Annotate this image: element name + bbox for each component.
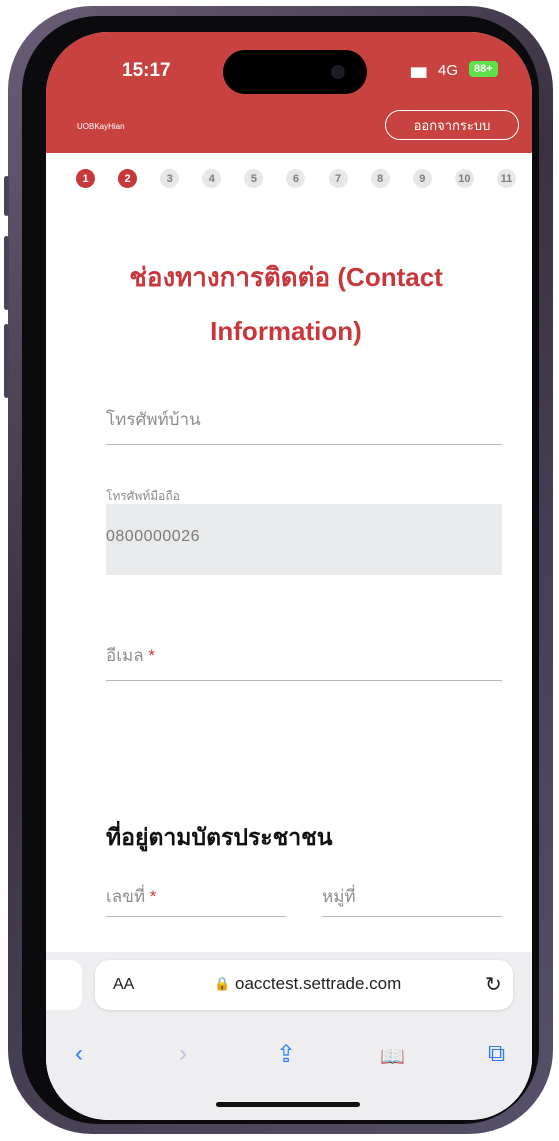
url-text[interactable]: oacctest.settrade.com xyxy=(235,974,401,994)
step-5: 5 xyxy=(244,169,264,188)
browser-toolbar: AA 🔒 oacctest.settrade.com ↻ ‹ › ⇪ 📖 ⧉ xyxy=(46,952,532,1120)
home-phone-label: โทรศัพท์บ้าน xyxy=(106,410,201,429)
signal-icon: ▮▮▮ xyxy=(410,64,428,79)
required-mark: * xyxy=(148,646,156,665)
app-header: 15:17 ▮▮▮ 4G 88+ UOBKayHian ออกจากระบบ xyxy=(46,32,532,153)
step-1: 1 xyxy=(76,169,95,188)
step-9: 9 xyxy=(412,169,432,188)
id-address-section-title: ที่อยู่ตามบัตรประชาชน xyxy=(106,824,333,850)
bookmarks-icon[interactable]: 📖 xyxy=(380,1044,405,1069)
page-title: ช่องทางการติดต่อ (Contact Information) xyxy=(86,250,486,358)
network-label: 4G xyxy=(438,62,459,79)
back-icon[interactable]: ‹ xyxy=(75,1040,83,1068)
logout-button[interactable]: ออกจากระบบ xyxy=(385,110,519,140)
lock-icon: 🔒 xyxy=(214,976,231,991)
page-title-line-1: ช่องทางการติดต่อ (Contact xyxy=(129,262,443,292)
step-11: 11 xyxy=(496,169,516,188)
brand-logo: UOBKayHian xyxy=(77,122,125,131)
mobile-field: 0800000026 xyxy=(106,504,502,575)
volume-down-button xyxy=(4,324,9,398)
dynamic-island xyxy=(223,50,367,94)
step-3: 3 xyxy=(160,169,180,188)
step-4: 4 xyxy=(202,169,222,188)
status-time: 15:17 xyxy=(122,60,171,81)
home-phone-input[interactable] xyxy=(106,444,502,445)
email-input[interactable] xyxy=(106,680,502,681)
share-icon[interactable]: ⇪ xyxy=(276,1040,296,1069)
silent-switch xyxy=(4,176,9,216)
tabs-icon[interactable]: ⧉ xyxy=(488,1040,505,1068)
mobile-value: 0800000026 xyxy=(106,528,200,545)
address-bar[interactable]: AA 🔒 oacctest.settrade.com ↻ xyxy=(95,960,513,1010)
forward-icon[interactable]: › xyxy=(179,1040,187,1068)
village-no-input[interactable] xyxy=(322,916,502,917)
step-7: 7 xyxy=(328,169,348,188)
house-no-input[interactable] xyxy=(106,916,286,917)
village-no-label: หมู่ที่ xyxy=(322,887,356,906)
text-size-button[interactable]: AA xyxy=(113,976,134,994)
step-6: 6 xyxy=(286,169,306,188)
step-2: 2 xyxy=(118,169,138,188)
page-title-line-2: Information) xyxy=(210,316,362,346)
previous-tab-preview[interactable] xyxy=(46,960,82,1010)
step-8: 8 xyxy=(370,169,390,188)
step-indicator: 1 2 3 4 5 6 7 8 9 10 11 xyxy=(76,169,516,188)
home-indicator xyxy=(216,1102,360,1107)
house-no-label: เลขที่ * xyxy=(106,887,157,906)
battery-icon: 88+ xyxy=(469,61,498,77)
volume-up-button xyxy=(4,236,9,310)
screen: 15:17 ▮▮▮ 4G 88+ UOBKayHian ออกจากระบบ 1… xyxy=(46,32,532,1120)
step-10: 10 xyxy=(454,169,474,188)
required-mark: * xyxy=(149,887,157,906)
reload-icon[interactable]: ↻ xyxy=(485,972,502,997)
email-label: อีเมล * xyxy=(106,646,156,665)
camera-icon xyxy=(331,65,345,79)
